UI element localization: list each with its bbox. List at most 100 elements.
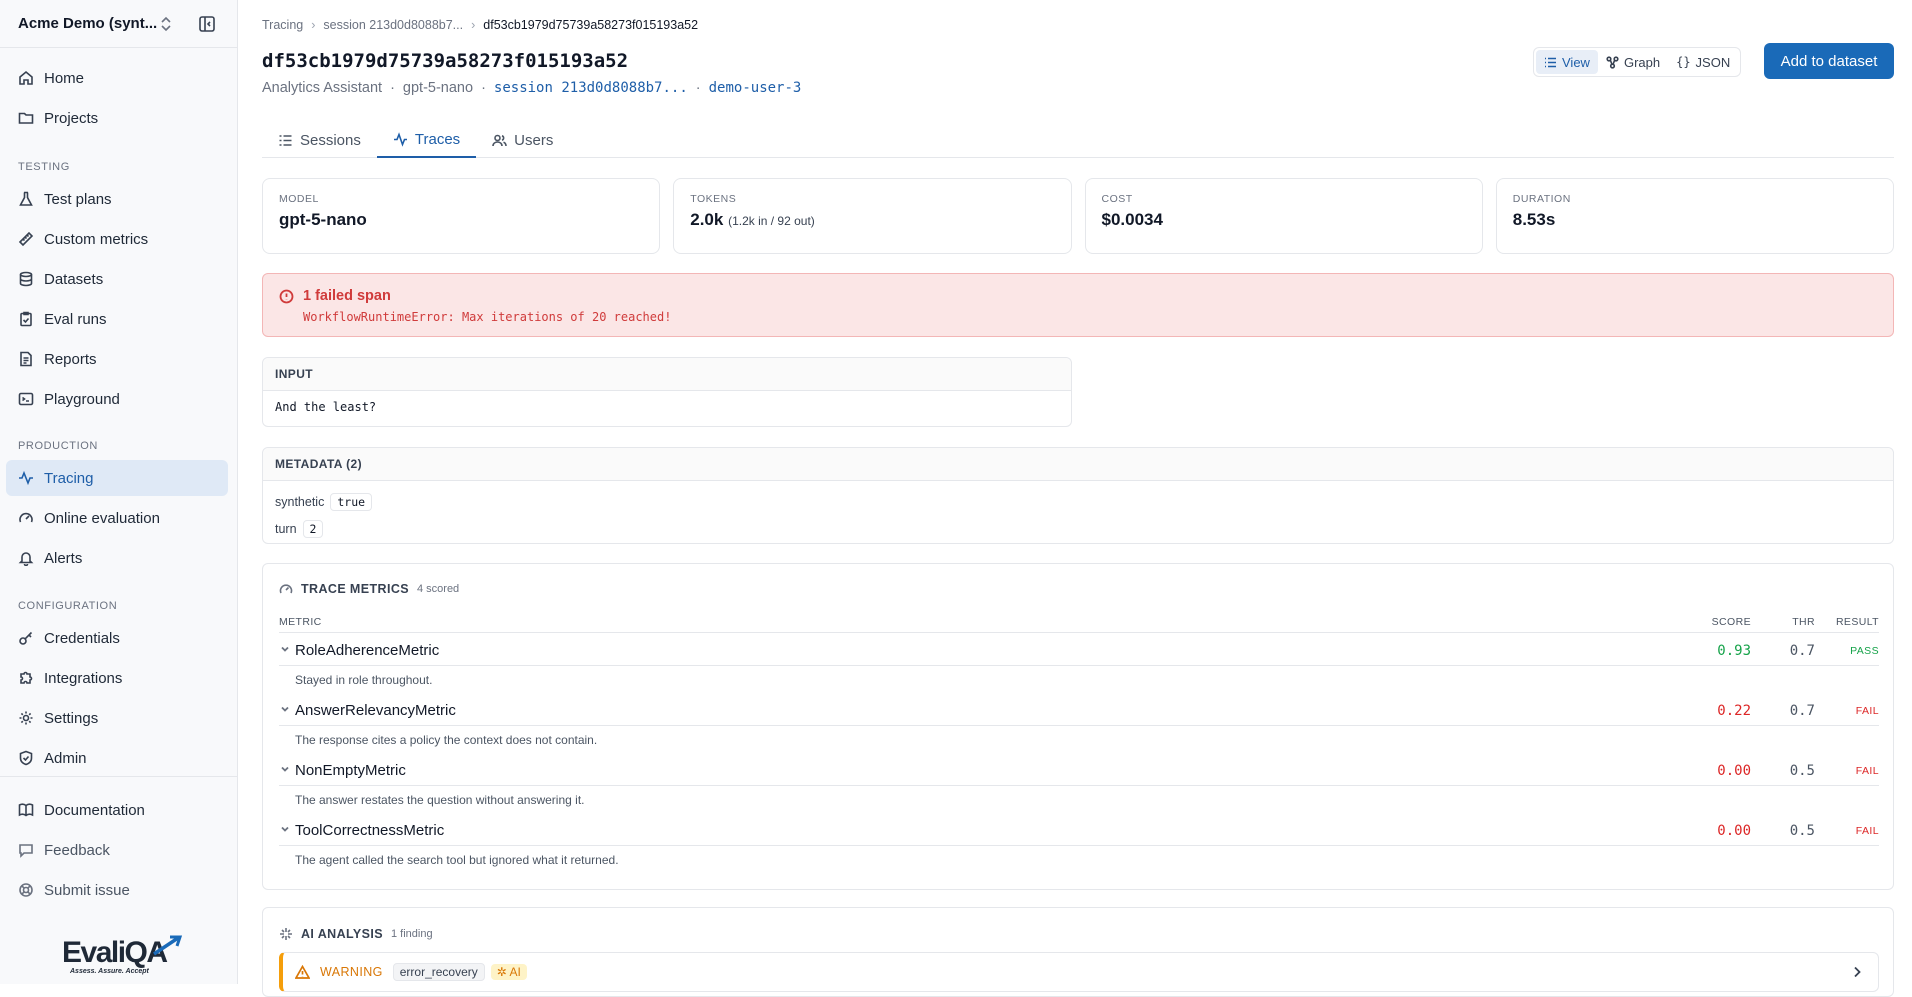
sidebar-item-projects[interactable]: Projects xyxy=(6,100,228,136)
chevron-down-icon[interactable] xyxy=(279,823,291,835)
org-switcher[interactable]: Acme Demo (synt... xyxy=(0,0,237,48)
section-label-production: PRODUCTION xyxy=(18,440,98,452)
input-text: And the least? xyxy=(275,400,377,414)
sidebar-item-label: Submit issue xyxy=(44,881,130,899)
sidebar-item-documentation[interactable]: Documentation xyxy=(6,792,228,828)
sidebar-item-feedback[interactable]: Feedback xyxy=(6,832,228,868)
sidebar-item-datasets[interactable]: Datasets xyxy=(6,261,228,297)
tab-traces[interactable]: Traces xyxy=(376,122,477,158)
sidebar-item-eval-runs[interactable]: Eval runs xyxy=(6,301,228,337)
metric-row[interactable]: RoleAdherenceMetric 0.93 0.7 PASS Stayed… xyxy=(279,634,1879,694)
view-button[interactable]: View xyxy=(1536,50,1598,74)
metric-threshold: 0.7 xyxy=(1789,703,1815,719)
ruler-icon xyxy=(18,231,34,247)
json-button[interactable]: {} JSON xyxy=(1668,50,1738,74)
chevron-down-icon[interactable] xyxy=(279,643,291,655)
user-link[interactable]: demo-user-3 xyxy=(709,80,802,96)
main-content: Tracing › session 213d0d8088b7... › df53… xyxy=(238,0,1912,997)
sidebar-item-home[interactable]: Home xyxy=(6,60,228,96)
sidebar-item-settings[interactable]: Settings xyxy=(6,700,228,736)
logo-wordmark: EvaliQA xyxy=(62,936,167,969)
nav-main: Home Projects xyxy=(6,60,228,140)
trace-metrics-title: TRACE METRICS xyxy=(301,582,409,596)
chevron-down-icon[interactable] xyxy=(279,703,291,715)
ai-analysis-header: AI ANALYSIS 1 finding xyxy=(279,927,433,941)
sidebar-item-submit-issue[interactable]: Submit issue xyxy=(6,872,228,908)
file-text-icon xyxy=(20,351,32,367)
finding-row[interactable]: WARNING error_recovery ✲ AI xyxy=(279,952,1879,992)
graph-button[interactable]: Graph xyxy=(1598,50,1668,74)
sidebar-item-alerts[interactable]: Alerts xyxy=(6,540,228,576)
breadcrumb-tracing[interactable]: Tracing xyxy=(262,18,303,32)
stat-value: gpt-5-nano xyxy=(279,210,367,229)
sidebar-item-reports[interactable]: Reports xyxy=(6,341,228,377)
add-to-dataset-button[interactable]: Add to dataset xyxy=(1764,43,1894,79)
metadata-item: synthetic true xyxy=(263,490,1893,513)
breadcrumb-session[interactable]: session 213d0d8088b7... xyxy=(323,18,463,32)
sidebar-item-integrations[interactable]: Integrations xyxy=(6,660,228,696)
breadcrumb-current: df53cb1979d75739a58273f015193a52 xyxy=(483,18,699,32)
metric-result: FAIL xyxy=(1855,705,1879,717)
metadata-item: turn 2 xyxy=(263,517,1893,540)
metric-description: Stayed in role throughout. xyxy=(295,673,433,687)
sidebar-item-tracing[interactable]: Tracing xyxy=(6,460,228,496)
metric-name: NonEmptyMetric xyxy=(295,762,406,779)
sidebar-item-playground[interactable]: Playground xyxy=(6,381,228,417)
sidebar-item-online-evaluation[interactable]: Online evaluation xyxy=(6,500,228,536)
stat-card-duration: DURATION 8.53s xyxy=(1495,178,1894,254)
sidebar-item-label: Alerts xyxy=(44,549,83,567)
sparkle-icon: ✲ xyxy=(496,965,510,979)
app-name: Analytics Assistant xyxy=(262,80,383,96)
sidebar-item-label: Projects xyxy=(44,109,99,127)
evaliqa-logo: EvaliQA Assess. Assure. Accept xyxy=(62,935,183,975)
metric-row[interactable]: ToolCorrectnessMetric 0.00 0.5 FAIL The … xyxy=(279,814,1879,874)
sidebar-item-credentials[interactable]: Credentials xyxy=(6,620,228,656)
graph-icon xyxy=(1606,55,1619,69)
sidebar-collapse-icon[interactable] xyxy=(198,15,216,33)
chevron-right-icon[interactable] xyxy=(1850,965,1864,979)
sidebar-item-label: Custom metrics xyxy=(44,230,149,248)
metadata-key: turn xyxy=(275,521,297,536)
stat-card-tokens: TOKENS 2.0k (1.2k in / 92 out) xyxy=(673,178,1072,254)
sidebar-item-admin[interactable]: Admin xyxy=(6,740,228,776)
users-icon xyxy=(492,134,507,146)
metric-score: 0.93 xyxy=(1717,643,1751,659)
metric-score: 0.22 xyxy=(1717,703,1751,719)
stat-value: 2.0k xyxy=(690,210,724,229)
error-title: 1 failed span xyxy=(303,288,391,304)
metric-name: ToolCorrectnessMetric xyxy=(295,822,445,839)
tab-users[interactable]: Users xyxy=(476,122,569,158)
sidebar-item-custom-metrics[interactable]: Custom metrics xyxy=(6,221,228,257)
stat-label: COST xyxy=(1101,193,1133,205)
sidebar-divider xyxy=(0,776,237,777)
metadata-key: synthetic xyxy=(275,494,325,509)
col-result: RESULT xyxy=(1835,616,1879,628)
session-link[interactable]: session 213d0d8088b7... xyxy=(494,80,688,96)
tab-bar: Sessions Traces Users xyxy=(262,122,1894,158)
clipboard-check-icon xyxy=(20,311,32,327)
tab-sessions[interactable]: Sessions xyxy=(262,122,377,158)
sidebar-item-label: Tracing xyxy=(44,469,94,487)
error-title-row: 1 failed span xyxy=(279,288,1877,304)
bell-icon xyxy=(18,552,34,566)
chevron-right-icon: › xyxy=(311,18,316,32)
chevron-down-icon[interactable] xyxy=(279,763,291,775)
sidebar-item-label: Eval runs xyxy=(44,310,107,328)
col-thr: THR xyxy=(1792,616,1815,628)
metric-description: The response cites a policy the context … xyxy=(295,733,598,747)
col-score: SCORE xyxy=(1711,616,1751,628)
braces-icon: {} xyxy=(1676,55,1691,69)
metric-row[interactable]: NonEmptyMetric 0.00 0.5 FAIL The answer … xyxy=(279,754,1879,814)
nav-testing: TESTING Test plans Custom metrics Datase… xyxy=(6,149,228,421)
stat-card-cost: COST $0.0034 xyxy=(1084,178,1483,254)
view-toggle: View Graph {} JSON xyxy=(1533,47,1742,77)
stat-value-row: 2.0k (1.2k in / 92 out) xyxy=(690,210,1054,230)
database-icon xyxy=(19,271,33,287)
alert-circle-icon xyxy=(279,289,294,303)
nav-configuration: CONFIGURATION Credentials Integrations S… xyxy=(6,588,228,780)
metric-threshold: 0.7 xyxy=(1789,643,1815,659)
sidebar-item-label: Integrations xyxy=(44,669,123,687)
sidebar-item-test-plans[interactable]: Test plans xyxy=(6,181,228,217)
sidebar-item-label: Settings xyxy=(44,709,99,727)
metric-row[interactable]: AnswerRelevancyMetric 0.22 0.7 FAIL The … xyxy=(279,694,1879,754)
